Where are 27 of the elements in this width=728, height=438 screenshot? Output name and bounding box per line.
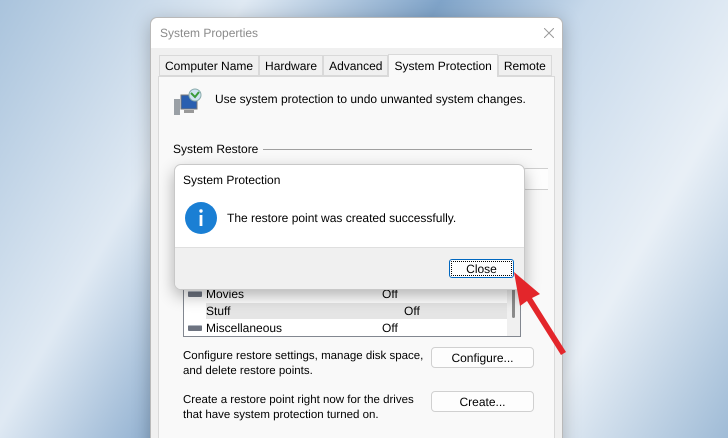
tab[interactable]: System Protection bbox=[388, 54, 498, 77]
group-heading: System Restore bbox=[173, 142, 258, 156]
create-description: Create a restore point right now for the drives that have system protection turned on. bbox=[183, 393, 415, 423]
protection-status: Off bbox=[382, 320, 398, 335]
tab[interactable]: Computer Name bbox=[159, 55, 260, 76]
drive-name: Movies bbox=[206, 287, 244, 302]
dialog-title: System Protection bbox=[182, 172, 282, 187]
drive-row[interactable]: Stuff Off bbox=[206, 302, 507, 320]
tab[interactable]: Advanced bbox=[323, 55, 388, 76]
protection-status: Off bbox=[404, 304, 420, 318]
drive-icon bbox=[188, 291, 202, 298]
close-button[interactable]: Close bbox=[449, 259, 514, 278]
dialog-message: The restore point was created successfully. bbox=[227, 211, 456, 225]
info-icon bbox=[185, 202, 217, 234]
close-icon[interactable] bbox=[544, 28, 554, 38]
computer-restore-icon bbox=[173, 87, 203, 117]
create-button[interactable]: Create... bbox=[431, 391, 534, 412]
drive-name: Miscellaneous bbox=[206, 320, 282, 335]
configure-description: Configure restore settings, manage disk space, and delete restore points. bbox=[183, 349, 424, 379]
description-text: Use system protection to undo unwanted system changes. bbox=[215, 92, 526, 106]
drive-name: Stuff bbox=[206, 304, 230, 318]
tab[interactable]: Remote bbox=[498, 55, 552, 76]
drive-row[interactable]: Miscellaneous Off bbox=[184, 319, 507, 336]
tab[interactable]: Hardware bbox=[259, 55, 324, 76]
drive-icon bbox=[188, 324, 202, 331]
configure-button[interactable]: Configure... bbox=[431, 347, 534, 368]
window-title: System Properties bbox=[160, 26, 258, 40]
